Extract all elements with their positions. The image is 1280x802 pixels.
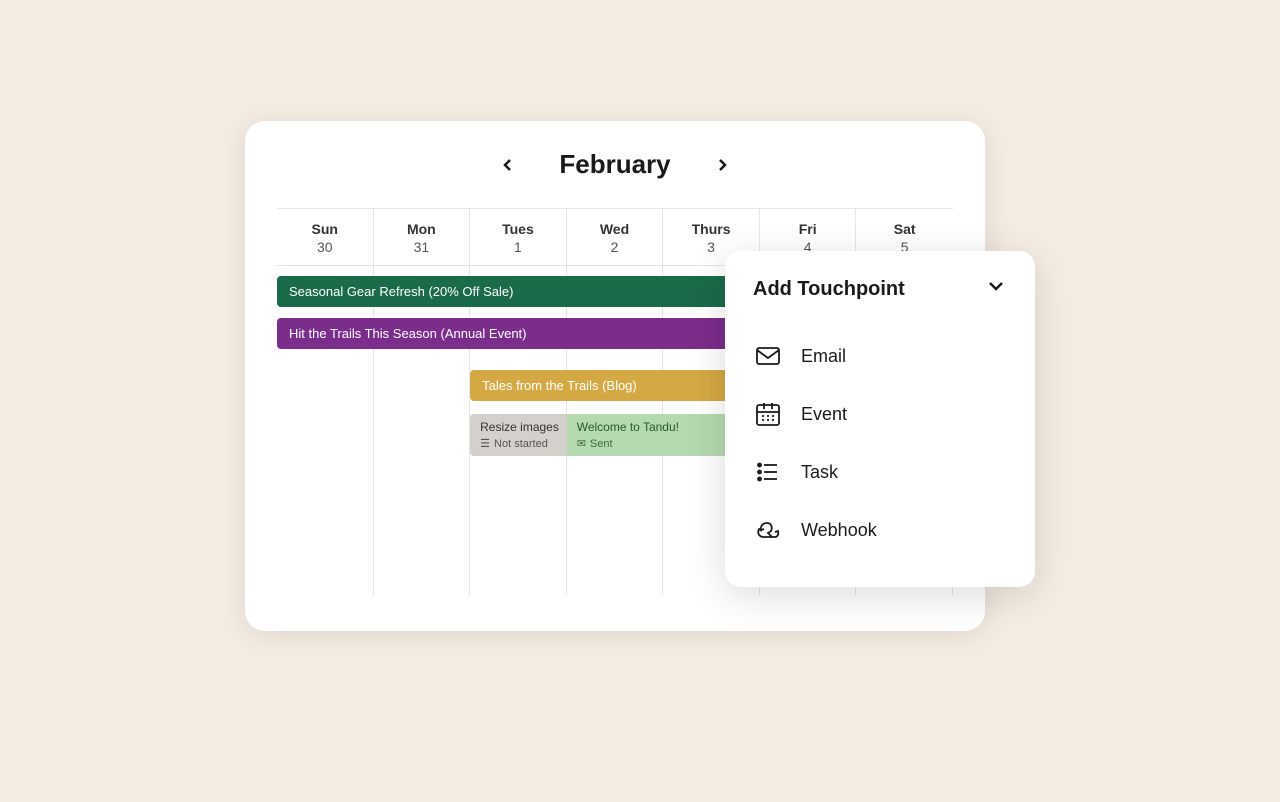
event-option[interactable]: Event (753, 385, 1007, 443)
chevron-down-icon[interactable] (985, 275, 1007, 303)
grid-col-0 (277, 266, 374, 595)
grid-col-1 (374, 266, 471, 595)
task-option[interactable]: Task (753, 443, 1007, 501)
day-number-mon: 31 (374, 239, 470, 255)
dropdown-header: Add Touchpoint (753, 275, 1007, 303)
dropdown-card: Add Touchpoint Email (725, 251, 1035, 587)
event-icon (753, 399, 783, 429)
day-name-mon: Mon (374, 221, 470, 237)
grid-col-2 (470, 266, 567, 595)
day-name-thurs: Thurs (663, 221, 759, 237)
next-month-button[interactable] (707, 154, 737, 176)
day-name-sat: Sat (856, 221, 953, 237)
day-number-wed: 2 (567, 239, 663, 255)
main-container: February Sun 30 Mon 31 Tues 1 Wed 2 (245, 121, 1035, 681)
webhook-label: Webhook (801, 520, 877, 541)
email-option[interactable]: Email (753, 327, 1007, 385)
webhook-icon (753, 515, 783, 545)
day-name-sun: Sun (277, 221, 373, 237)
day-number-sun: 30 (277, 239, 373, 255)
day-number-tues: 1 (470, 239, 566, 255)
day-col-mon: Mon 31 (374, 209, 471, 265)
webhook-option[interactable]: Webhook (753, 501, 1007, 559)
email-icon (753, 341, 783, 371)
day-name-tues: Tues (470, 221, 566, 237)
calendar-title: February (559, 149, 670, 180)
day-col-wed: Wed 2 (567, 209, 664, 265)
day-col-tues: Tues 1 (470, 209, 567, 265)
grid-col-3 (567, 266, 664, 595)
dropdown-title: Add Touchpoint (753, 278, 905, 301)
calendar-header: February (277, 149, 953, 180)
event-label: Event (801, 404, 847, 425)
task-label: Task (801, 462, 838, 483)
prev-month-button[interactable] (493, 154, 523, 176)
day-col-sun: Sun 30 (277, 209, 374, 265)
day-name-wed: Wed (567, 221, 663, 237)
task-icon (753, 457, 783, 487)
day-name-fri: Fri (760, 221, 856, 237)
email-label: Email (801, 346, 846, 367)
